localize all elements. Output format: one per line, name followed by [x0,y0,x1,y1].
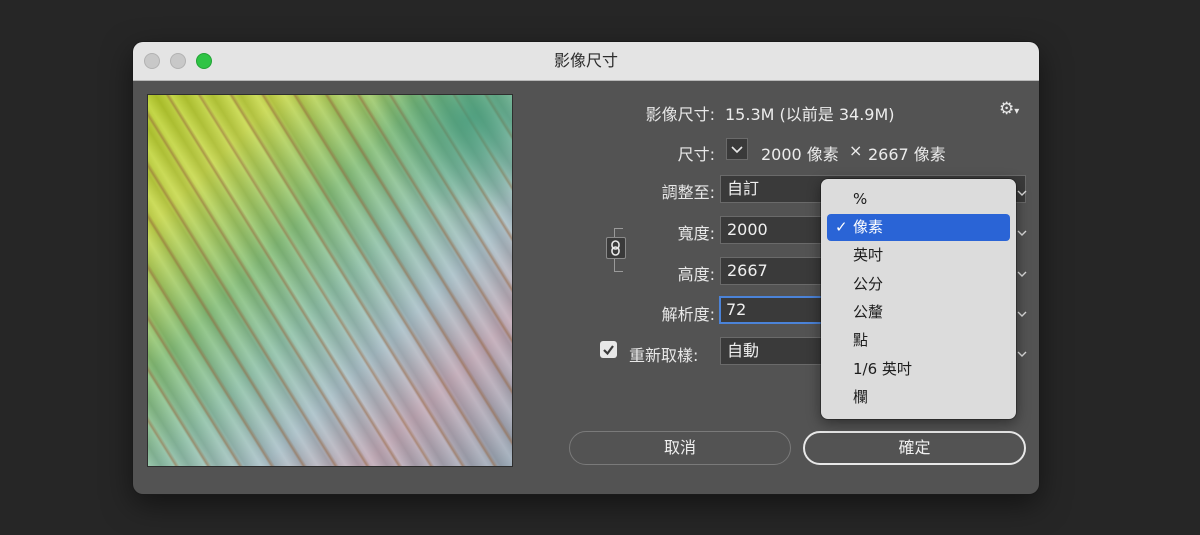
resolution-input[interactable]: 72 [719,296,831,324]
dimensions-label: 尺寸: [677,145,715,164]
menu-item-millimeters[interactable]: 公釐 [827,299,1010,326]
chevron-down-icon[interactable] [1017,269,1027,279]
chevron-down-icon[interactable] [1017,349,1027,359]
menu-item-inches[interactable]: 英吋 [827,242,1010,269]
chevron-down-icon [731,146,743,154]
checkmark-icon: ✓ [835,218,848,236]
height-label: 高度: [677,265,715,284]
menu-item-picas[interactable]: 1/6 英吋 [827,356,1010,383]
width-label: 寬度: [677,224,715,243]
chevron-down-icon[interactable] [1017,309,1027,319]
fit-to-label: 調整至: [661,183,715,202]
resample-select[interactable]: 自動 [720,337,830,365]
ok-button[interactable]: 確定 [803,431,1026,465]
width-input[interactable]: 2000 [720,216,830,244]
chevron-down-icon[interactable] [1017,188,1027,198]
height-pixels: 2667 像素 [868,145,946,164]
chevron-down-icon: ▾ [1014,106,1020,117]
chevron-down-icon[interactable] [1017,228,1027,238]
menu-item-label: 像素 [853,218,884,236]
menu-item-percent[interactable]: % [827,186,1010,213]
times-sign: × [849,141,863,160]
menu-item-pixels[interactable]: ✓ 像素 [827,214,1010,241]
window-title: 影像尺寸 [553,51,618,70]
image-preview[interactable] [147,94,513,467]
gear-icon[interactable]: ⚙▾ [999,99,1019,119]
title-bar: 影像尺寸 [133,42,1039,81]
cancel-button[interactable]: 取消 [569,431,791,465]
unit-dropdown-menu: % ✓ 像素 英吋 公分 公釐 點 1/6 英吋 欄 [821,179,1016,419]
checkmark-icon [603,345,614,356]
height-input[interactable]: 2667 [720,257,830,285]
dimensions-dropdown[interactable] [726,138,748,160]
menu-item-centimeters[interactable]: 公分 [827,271,1010,298]
width-pixels: 2000 像素 [761,145,839,164]
resample-checkbox[interactable] [600,341,617,358]
menu-item-points[interactable]: 點 [827,327,1010,354]
resample-label: 重新取樣: [629,346,699,365]
image-size-label: 影像尺寸: [645,105,715,124]
image-size-value: 15.3M (以前是 34.9M) [725,105,895,124]
menu-item-columns[interactable]: 欄 [827,384,1010,411]
resolution-label: 解析度: [661,305,715,324]
